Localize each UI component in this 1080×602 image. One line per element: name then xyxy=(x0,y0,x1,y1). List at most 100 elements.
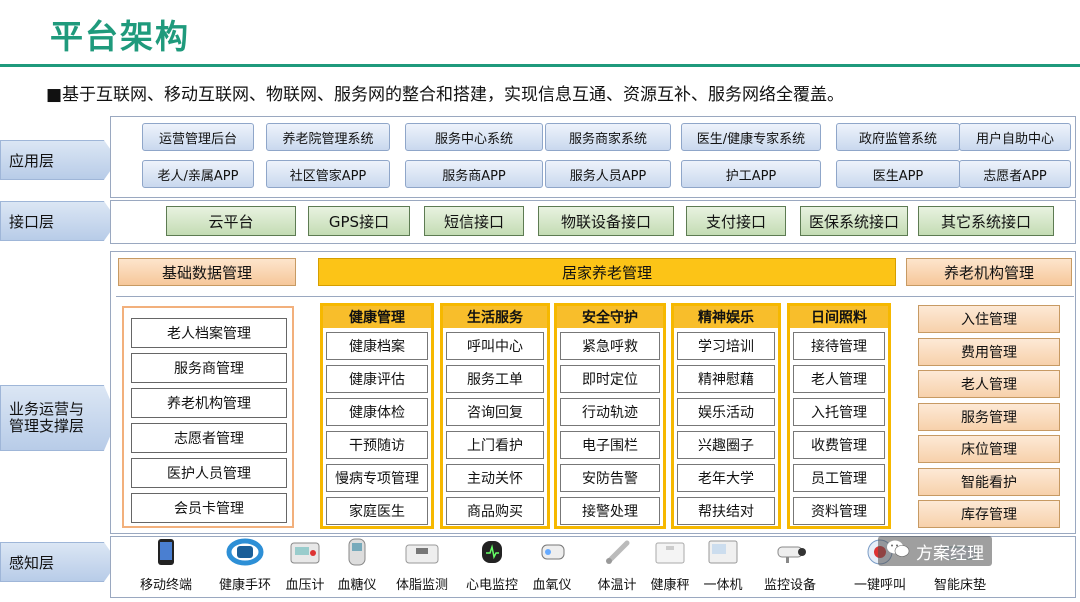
institution-item-3: 服务管理 xyxy=(918,402,1060,431)
app-client-3: 服务人员APP xyxy=(545,160,671,188)
care-column-4: 日间照料接待管理老人管理入托管理收费管理员工管理资料管理 xyxy=(787,303,891,529)
basic-data-item-1: 服务商管理 xyxy=(131,353,287,383)
page-subtitle: ■基于互联网、移动互联网、物联网、服务网的整合和搭建，实现信息互通、资源互补、服… xyxy=(46,85,845,105)
device-label-12: 智能床垫 xyxy=(933,578,987,593)
care-column-0: 健康管理 健康档案 健康评估 健康体检 干预随访 慢病专项管理 家庭医生 xyxy=(320,303,434,529)
app-client-0: 老人/亲属APP xyxy=(142,160,254,188)
device-label-6: 血氧仪 xyxy=(532,578,572,593)
care-item: 入托管理 xyxy=(793,398,885,426)
care-item: 家庭医生 xyxy=(326,497,428,525)
app-system-3: 服务商家系统 xyxy=(545,123,671,151)
wechat-icon xyxy=(886,539,910,564)
device-label-10: 监控设备 xyxy=(763,578,817,593)
care-item: 安防告警 xyxy=(560,464,660,492)
care-item: 老年大学 xyxy=(677,464,775,492)
device-label-0: 移动终端 xyxy=(139,578,193,593)
basic-data-header: 基础数据管理 xyxy=(118,258,296,286)
device-label-9: 一体机 xyxy=(703,578,743,593)
app-system-6: 用户自助中心 xyxy=(959,123,1071,151)
app-system-1: 养老院管理系统 xyxy=(266,123,390,151)
kiosk-icon xyxy=(693,538,753,566)
care-item: 健康体检 xyxy=(326,398,428,426)
basic-data-item-5: 会员卡管理 xyxy=(131,493,287,523)
app-client-4: 护工APP xyxy=(681,160,821,188)
care-item: 资料管理 xyxy=(793,497,885,525)
institution-item-4: 床位管理 xyxy=(918,435,1060,463)
device-label-11: 一键呼叫 xyxy=(853,578,907,593)
care-item: 老人管理 xyxy=(793,365,885,393)
device-label-5: 心电监控 xyxy=(465,578,519,593)
care-item: 即时定位 xyxy=(560,365,660,393)
band-icon xyxy=(215,538,275,566)
api-item-3: 物联设备接口 xyxy=(538,206,674,236)
care-item: 健康档案 xyxy=(326,332,428,360)
thermometer-icon xyxy=(587,538,647,566)
care-item: 呼叫中心 xyxy=(446,332,544,360)
care-item: 帮扶结对 xyxy=(677,497,775,525)
device-label-7: 体温计 xyxy=(597,578,637,593)
care-item: 行动轨迹 xyxy=(560,398,660,426)
institution-header: 养老机构管理 xyxy=(906,258,1072,286)
care-item: 电子围栏 xyxy=(560,431,660,459)
app-client-5: 医生APP xyxy=(836,160,960,188)
device-label-3: 血糖仪 xyxy=(337,578,377,593)
app-system-5: 政府监管系统 xyxy=(836,123,960,151)
care-item: 收费管理 xyxy=(793,431,885,459)
institution-item-5: 智能看护 xyxy=(918,467,1060,496)
device-label-8: 健康秤 xyxy=(650,578,690,593)
oximeter-icon xyxy=(522,538,582,566)
care-item: 咨询回复 xyxy=(446,398,544,426)
home-care-header: 居家养老管理 xyxy=(318,258,896,286)
app-client-6: 志愿者APP xyxy=(959,160,1071,188)
phone-icon xyxy=(136,538,196,566)
care-item: 学习培训 xyxy=(677,332,775,360)
ecg-monitor-icon xyxy=(462,538,522,566)
watermark: 方案经理 xyxy=(878,536,992,566)
institution-item-1: 费用管理 xyxy=(918,337,1060,366)
care-column-title-3: 精神娱乐 xyxy=(674,306,778,328)
care-item: 员工管理 xyxy=(793,464,885,492)
device-label-1: 健康手环 xyxy=(218,578,272,593)
care-item: 兴趣圈子 xyxy=(677,431,775,459)
api-item-6: 其它系统接口 xyxy=(918,206,1054,236)
care-column-3: 精神娱乐学习培训精神慰藉娱乐活动兴趣圈子老年大学帮扶结对 xyxy=(671,303,781,529)
api-item-5: 医保系统接口 xyxy=(800,206,908,236)
device-label-2: 血压计 xyxy=(285,578,325,593)
basic-data-item-0: 老人档案管理 xyxy=(131,318,287,348)
care-column-title-1: 生活服务 xyxy=(443,306,547,328)
layer-label-sense: 感知层 xyxy=(0,542,118,582)
glucose-meter-icon xyxy=(327,538,387,566)
care-column-1: 生活服务 呼叫中心 服务工单 咨询回复 上门看护 主动关怀 商品购买 xyxy=(440,303,550,529)
scale-icon xyxy=(640,538,700,566)
institution-item-2: 老人管理 xyxy=(918,370,1060,398)
care-item: 干预随访 xyxy=(326,431,428,459)
page-title: 平台架构 xyxy=(50,17,190,56)
care-item: 慢病专项管理 xyxy=(326,464,428,492)
layer-label-api: 接口层 xyxy=(0,201,118,241)
app-client-1: 社区管家APP xyxy=(266,160,390,188)
api-item-2: 短信接口 xyxy=(424,206,524,236)
care-item: 上门看护 xyxy=(446,431,544,459)
layer-label-biz: 业务运营与管理支撑层 xyxy=(0,385,118,451)
care-column-title-4: 日间照料 xyxy=(790,306,888,328)
api-item-1: GPS接口 xyxy=(308,206,410,236)
care-item: 娱乐活动 xyxy=(677,398,775,426)
app-system-4: 医生/健康专家系统 xyxy=(681,123,821,151)
app-system-2: 服务中心系统 xyxy=(405,123,543,151)
care-item: 紧急呼救 xyxy=(560,332,660,360)
body-fat-scale-icon xyxy=(392,538,452,566)
api-item-0: 云平台 xyxy=(166,206,296,236)
care-item: 接待管理 xyxy=(793,332,885,360)
basic-data-item-2: 养老机构管理 xyxy=(131,388,287,418)
institution-item-0: 入住管理 xyxy=(918,305,1060,333)
care-item: 接警处理 xyxy=(560,497,660,525)
institution-item-6: 库存管理 xyxy=(918,500,1060,528)
care-column-title-0: 健康管理 xyxy=(323,306,431,328)
device-label-4: 体脂监测 xyxy=(395,578,449,593)
basic-data-item-4: 医护人员管理 xyxy=(131,458,287,488)
app-system-0: 运营管理后台 xyxy=(142,123,254,151)
care-column-title-2: 安全守护 xyxy=(557,306,663,328)
care-item: 商品购买 xyxy=(446,497,544,525)
care-item: 精神慰藉 xyxy=(677,365,775,393)
care-item: 服务工单 xyxy=(446,365,544,393)
